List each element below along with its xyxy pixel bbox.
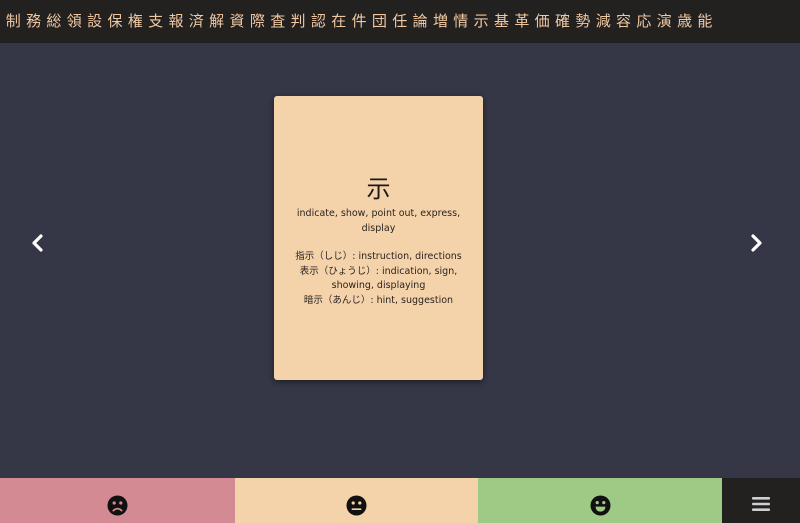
kanji-nav-item[interactable]: 制 — [4, 0, 23, 43]
kanji-nav-item[interactable]: 済 — [187, 0, 206, 43]
card-examples: 指示（しじ）: instruction, directions 表示（ひょうじ）… — [286, 250, 471, 308]
example-word: 表示（ひょうじ）: indication, sign, showing, dis… — [299, 265, 458, 292]
chevron-right-icon — [751, 234, 762, 252]
kanji-nav-item[interactable]: 在 — [330, 0, 349, 43]
kanji-nav-item[interactable]: 資 — [228, 0, 247, 43]
kanji-nav-item[interactable]: 権 — [126, 0, 145, 43]
kanji-nav-item[interactable]: 増 — [431, 0, 450, 43]
kanji-nav-item[interactable]: 任 — [391, 0, 410, 43]
frown-face-icon — [107, 495, 128, 516]
kanji-nav-item[interactable]: 基 — [492, 0, 511, 43]
kanji-nav-item[interactable]: 容 — [614, 0, 633, 43]
kanji-nav-bar: 制務総領設保権支報済解資際査判認在件団任論増情示基革価確勢減容応演歳能 — [0, 0, 800, 43]
kanji-nav-item[interactable]: 能 — [696, 0, 715, 43]
chevron-left-icon — [32, 234, 43, 252]
kanji-nav-item[interactable]: 件 — [350, 0, 369, 43]
kanji-nav-item[interactable]: 支 — [146, 0, 165, 43]
card-kanji: 示 — [366, 175, 391, 203]
kanji-nav-item[interactable]: 価 — [533, 0, 552, 43]
kanji-nav-item[interactable]: 際 — [248, 0, 267, 43]
card-stage: 示 indicate, show, point out, express, di… — [0, 43, 800, 478]
kanji-nav-item[interactable]: 論 — [411, 0, 430, 43]
kanji-nav-item[interactable]: 認 — [309, 0, 328, 43]
kanji-nav-item[interactable]: 確 — [553, 0, 572, 43]
kanji-nav-item[interactable]: 査 — [268, 0, 287, 43]
kanji-nav-item[interactable]: 応 — [635, 0, 654, 43]
neutral-face-icon — [346, 495, 367, 516]
rate-hard-button[interactable] — [0, 478, 235, 523]
kanji-nav-item[interactable]: 解 — [207, 0, 226, 43]
kanji-nav-item[interactable]: 情 — [452, 0, 471, 43]
kanji-nav-item[interactable]: 設 — [85, 0, 104, 43]
hamburger-menu-icon — [752, 496, 770, 511]
rate-okay-button[interactable] — [235, 478, 478, 523]
kanji-nav-item[interactable]: 報 — [167, 0, 186, 43]
rating-bar — [0, 478, 800, 523]
example-word: 暗示（あんじ）: hint, suggestion — [303, 294, 454, 306]
previous-card-button[interactable] — [24, 229, 52, 257]
menu-button[interactable] — [722, 478, 800, 523]
kanji-nav-item[interactable]: 示 — [472, 0, 491, 43]
kanji-nav-item[interactable]: 歳 — [675, 0, 694, 43]
kanji-nav-item[interactable]: 革 — [513, 0, 532, 43]
kanji-nav-item[interactable]: 務 — [24, 0, 43, 43]
smile-face-icon — [590, 495, 610, 516]
kanji-nav-item[interactable]: 減 — [594, 0, 613, 43]
card-meaning: indicate, show, point out, express, disp… — [296, 208, 461, 234]
kanji-nav-item[interactable]: 団 — [370, 0, 389, 43]
flashcard[interactable]: 示 indicate, show, point out, express, di… — [274, 96, 483, 380]
rate-easy-button[interactable] — [478, 478, 722, 523]
example-word: 指示（しじ）: instruction, directions — [295, 251, 462, 262]
kanji-nav-item[interactable]: 総 — [45, 0, 64, 43]
kanji-nav-item[interactable]: 保 — [106, 0, 125, 43]
kanji-nav-item[interactable]: 判 — [289, 0, 308, 43]
next-card-button[interactable] — [742, 229, 770, 257]
kanji-nav-item[interactable]: 勢 — [574, 0, 593, 43]
kanji-nav-item[interactable]: 演 — [655, 0, 674, 43]
kanji-nav-item[interactable]: 領 — [65, 0, 84, 43]
